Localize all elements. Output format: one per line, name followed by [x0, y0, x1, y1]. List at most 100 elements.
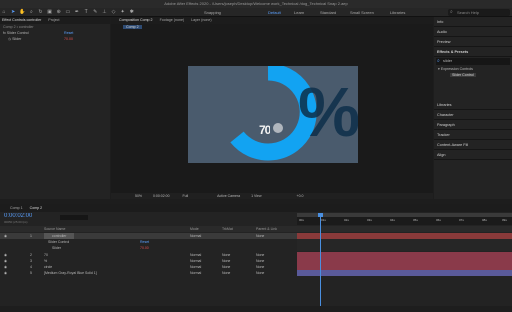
resolution-dropdown[interactable]: Full	[183, 194, 189, 198]
timeline-frame-info: 00050 (25.00 fps)	[4, 220, 28, 224]
content-aware-fill-panel-header[interactable]: Content-Aware Fill	[434, 140, 512, 150]
layer-name[interactable]: [Medium Gray-Royal Blue Solid 1]	[44, 270, 184, 276]
timeline-tabs: Comp 1 Comp 2	[0, 204, 512, 212]
rotate-tool-icon[interactable]: ↻	[37, 8, 45, 16]
ruler-label: 01s	[321, 218, 326, 222]
preview-panel-header[interactable]: Preview	[434, 37, 512, 47]
eraser-tool-icon[interactable]: ◇	[110, 8, 118, 16]
ruler-label: 05s	[413, 218, 418, 222]
layer-parent[interactable]: None	[256, 270, 264, 276]
slider-control-effect-label: Slider Control	[450, 73, 476, 77]
tab-composition[interactable]: Composition Comp 2	[119, 18, 153, 22]
trkmat-header[interactable]: TrkMat	[222, 226, 233, 232]
right-panel-spacer	[434, 78, 512, 100]
playhead-handle[interactable]	[318, 213, 323, 217]
effects-search-icon: ⌕	[437, 58, 440, 64]
property-name: Slider	[52, 246, 61, 250]
timeline-panel: Comp 1 Comp 2 0:00:02:00 00050 (25.00 fp…	[0, 204, 512, 312]
timeline-timecode[interactable]: 0:00:02:00	[4, 213, 32, 219]
roto-tool-icon[interactable]: ✦	[119, 8, 127, 16]
libraries-panel-header[interactable]: Libraries	[434, 100, 512, 110]
tools-bar: ⌂ ➤ ✋ ⌕ ↻ ▣ ⊕ ▭ ✒ T ✎ ⊥ ◇ ✦ ✱ Snapping D…	[0, 8, 512, 17]
home-icon[interactable]: ⌂	[0, 8, 8, 16]
pen-tool-icon[interactable]: ✒	[73, 8, 81, 16]
tab-comp-2[interactable]: Comp 2	[30, 206, 43, 210]
type-tool-icon[interactable]: T	[82, 8, 90, 16]
comp-panel-tabs: Composition Comp 2 Footage (none) Layer …	[111, 17, 433, 24]
ruler-label: 07s	[459, 218, 464, 222]
tab-project[interactable]: Project	[48, 18, 59, 22]
effects-search-field[interactable]: ⌕ slider	[436, 58, 510, 65]
layer-duration-bar[interactable]	[297, 270, 512, 276]
circle-shape	[273, 123, 283, 133]
brush-tool-icon[interactable]: ✎	[91, 8, 99, 16]
tab-comp-1[interactable]: Comp 1	[10, 206, 23, 210]
ruler-label: 03s	[367, 218, 372, 222]
zoom-dropdown[interactable]: 50%	[135, 194, 142, 198]
right-panel: Info Audio Preview Effects & Presets ⌕ s…	[434, 17, 512, 199]
align-panel-header[interactable]: Align	[434, 150, 512, 160]
zoom-tool-icon[interactable]: ⌕	[27, 8, 35, 16]
source-name-header[interactable]: Source Name	[44, 226, 65, 232]
slider-label: Slider	[12, 37, 22, 41]
comp-sub-tab[interactable]: Comp 2	[123, 25, 142, 29]
pan-behind-tool-icon[interactable]: ⊕	[55, 8, 63, 16]
comp-artwork: %	[188, 66, 358, 163]
ruler-label: 06s	[436, 218, 441, 222]
timeline-footer	[0, 306, 512, 312]
exposure-value[interactable]: +0.0	[297, 194, 304, 198]
info-panel-header[interactable]: Info	[434, 17, 512, 27]
ruler-label: 00s	[299, 218, 304, 222]
shape-tool-icon[interactable]: ▭	[64, 8, 72, 16]
audio-panel-header[interactable]: Audio	[434, 27, 512, 37]
tracker-panel-header[interactable]: Tracker	[434, 130, 512, 140]
effects-search-value: slider	[443, 59, 453, 63]
workspace-default[interactable]: Default	[268, 8, 281, 17]
hand-tool-icon[interactable]: ✋	[18, 8, 26, 16]
tab-layer[interactable]: Layer (none)	[191, 18, 211, 22]
search-icon: ⌕	[450, 9, 453, 15]
camera-tool-icon[interactable]: ▣	[46, 8, 54, 16]
puppet-tool-icon[interactable]: ✱	[128, 8, 136, 16]
left-panel-tabs: Effect Controls controller Project	[0, 17, 110, 24]
mode-header[interactable]: Mode	[190, 226, 199, 232]
tab-effect-controls[interactable]: Effect Controls controller	[2, 18, 41, 22]
comp-footer: 50% 0:00:02:00 Full Active Camera 1 View…	[111, 193, 433, 199]
workspace-libraries[interactable]: Libraries	[390, 8, 405, 17]
selection-tool-icon[interactable]: ➤	[9, 8, 17, 16]
timeline-column-headers: Source Name Mode TrkMat Parent & Link	[0, 226, 512, 232]
camera-dropdown[interactable]: Active Camera	[217, 194, 240, 198]
help-search-placeholder: Search Help	[457, 10, 480, 15]
slider-value[interactable]: 70.00	[64, 36, 73, 42]
timeline-search-field[interactable]	[60, 215, 88, 220]
comp-breadcrumb: Comp 2	[111, 24, 433, 30]
effect-controls-panel: Effect Controls controller Project Comp …	[0, 17, 110, 199]
comp-time-display[interactable]: 0:00:02:00	[153, 194, 170, 198]
time-ruler[interactable]: 00s 01s 02s 03s 04s 05s 06s 07s 08s 09s	[297, 213, 512, 225]
window-title: Adobe After Effects 2020 - /Users/joseph…	[0, 0, 512, 8]
layer-mode[interactable]: Normal	[190, 270, 201, 276]
playhead[interactable]	[320, 213, 321, 312]
slider-row: ◷ Slider 70.00	[0, 36, 110, 42]
visibility-eye-icon[interactable]: ◉	[4, 270, 7, 276]
character-panel-header[interactable]: Character	[434, 110, 512, 120]
stamp-tool-icon[interactable]: ⊥	[100, 8, 108, 16]
work-area-bar[interactable]	[297, 213, 512, 217]
effects-presets-header[interactable]: Effects & Presets	[434, 47, 512, 57]
layer-trkmat[interactable]: None	[222, 270, 230, 276]
view-layout-dropdown[interactable]: 1 View	[251, 194, 261, 198]
workspace-standard[interactable]: Standard	[320, 8, 336, 17]
property-value[interactable]: 70.00	[140, 245, 149, 251]
property-track-area	[297, 239, 512, 251]
help-search-box[interactable]: ⌕ Search Help	[448, 9, 510, 16]
ruler-label: 08s	[482, 218, 487, 222]
parent-header[interactable]: Parent & Link	[256, 226, 277, 232]
tab-footage[interactable]: Footage (none)	[160, 18, 185, 22]
paragraph-panel-header[interactable]: Paragraph	[434, 120, 512, 130]
ruler-label: 09s	[502, 218, 507, 222]
comp-number-text: 70	[259, 123, 271, 137]
workspace-learn[interactable]: Learn	[294, 8, 304, 17]
workspace-snapping[interactable]: Snapping	[204, 8, 221, 17]
workspace-small-screen[interactable]: Small Screen	[350, 8, 374, 17]
layer-number: 5	[30, 271, 32, 275]
